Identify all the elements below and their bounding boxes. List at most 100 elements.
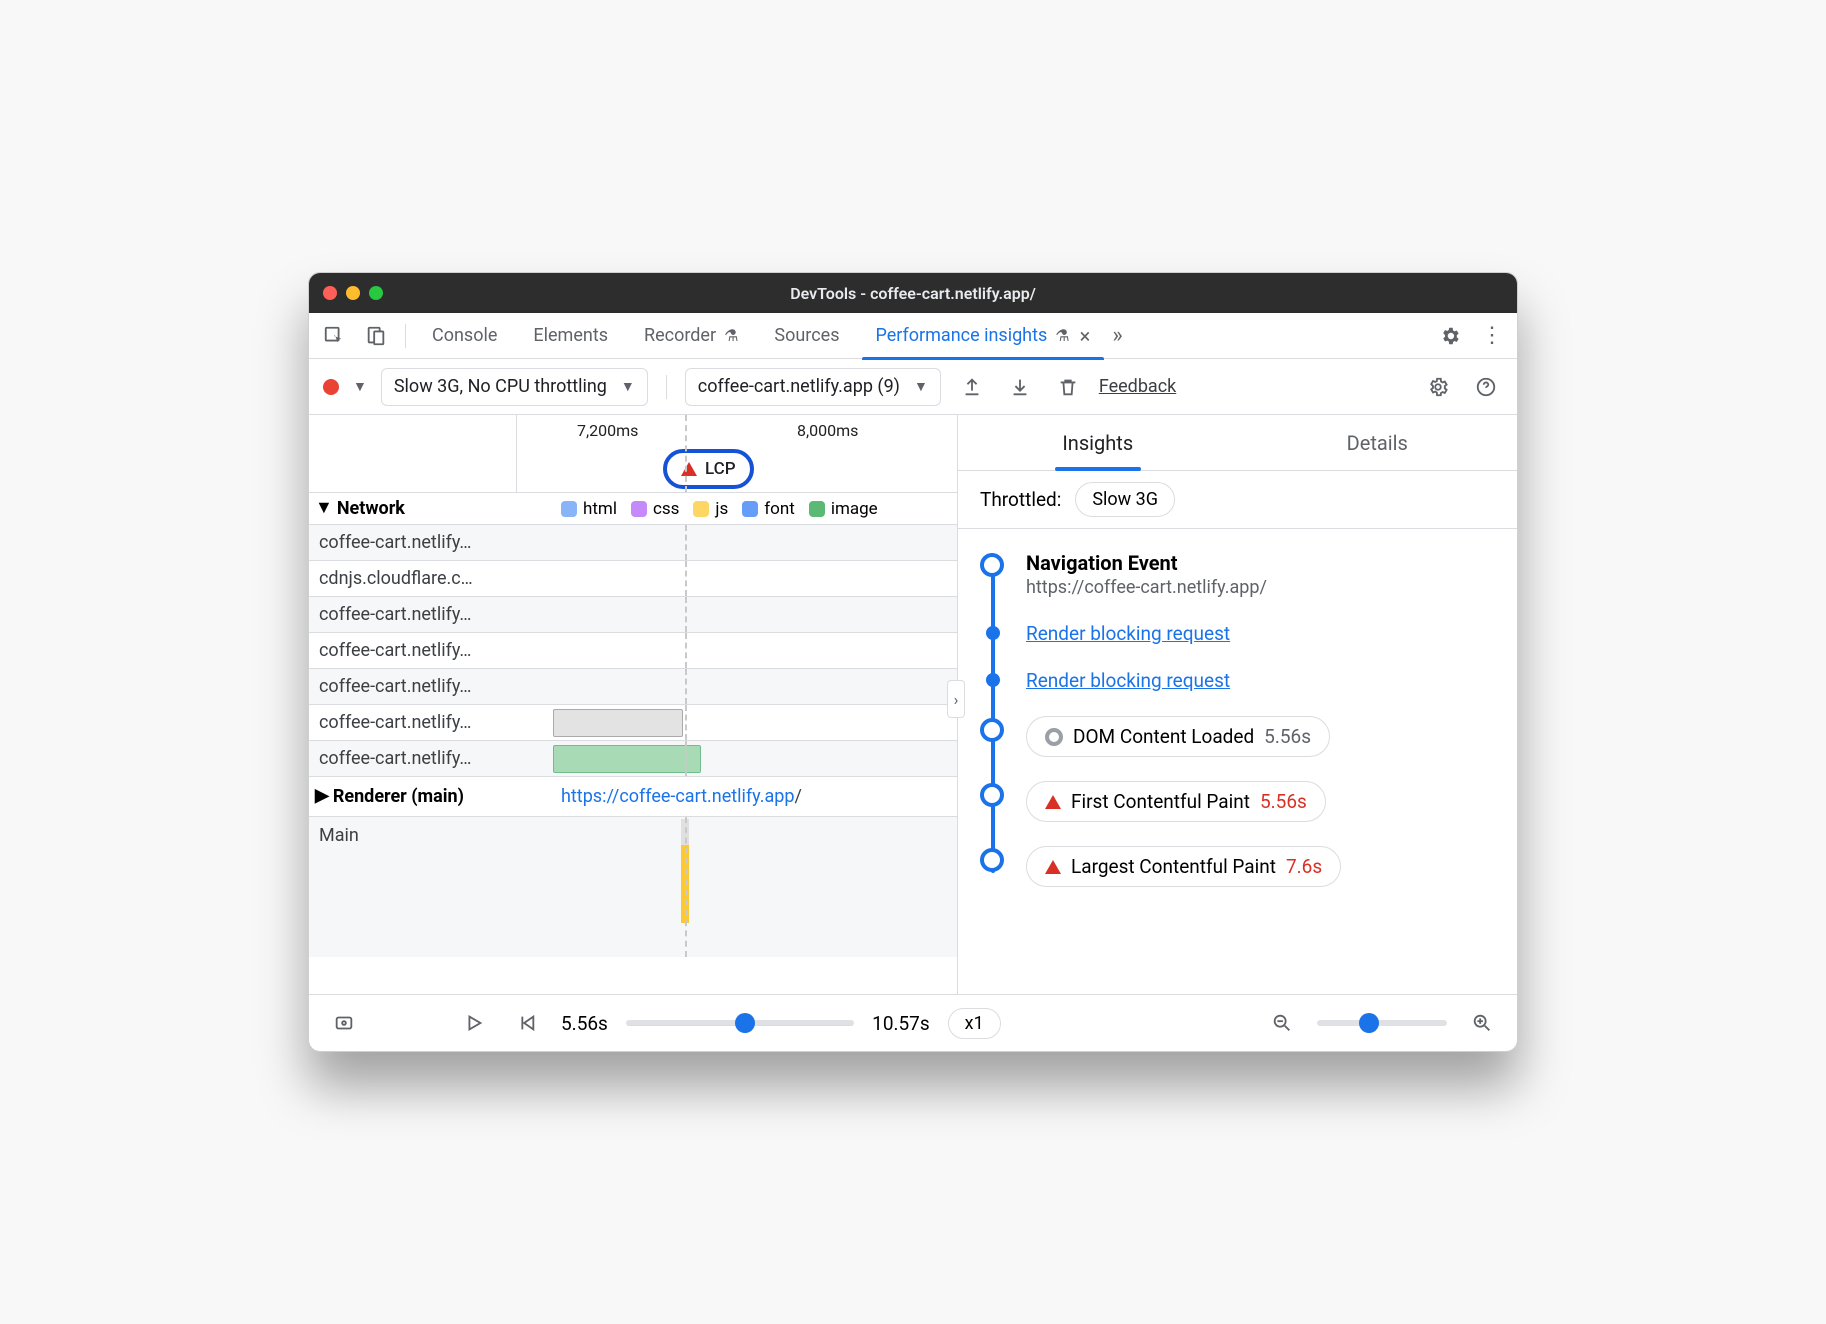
warning-triangle-icon [1045, 860, 1061, 874]
zoom-range[interactable] [1317, 1020, 1447, 1026]
playback-range[interactable] [626, 1020, 854, 1026]
ring-icon [1045, 728, 1063, 746]
insights-pane: Insights Details Throttled: Slow 3G Navi… [957, 415, 1517, 994]
node-bullet-icon [980, 553, 1004, 577]
timeline-node-fcp: First Contentful Paint 5.56s [980, 781, 1495, 822]
insights-timeline: Navigation Event https://coffee-cart.net… [958, 529, 1517, 994]
renderer-section-header[interactable]: ▶Renderer (main) https://coffee-cart.net… [309, 777, 957, 817]
flame-segment [681, 845, 689, 923]
record-menu-chevron-icon[interactable]: ▼ [353, 378, 367, 395]
traffic-lights [323, 286, 383, 300]
tab-strip: Console Elements Recorder⚗ Sources Perfo… [309, 313, 1517, 359]
render-blocking-link[interactable]: Render blocking request [1026, 669, 1230, 692]
node-bullet-icon [980, 783, 1004, 807]
network-row[interactable]: coffee-cart.netlify… [309, 741, 957, 777]
network-row[interactable]: coffee-cart.netlify… [309, 633, 957, 669]
chevron-right-icon: ▶ [315, 785, 329, 806]
chevron-down-icon: ▼ [315, 497, 333, 518]
trace-select[interactable]: coffee-cart.netlify.app (9)▼ [685, 368, 941, 406]
dcl-pill[interactable]: DOM Content Loaded 5.56s [1026, 716, 1330, 757]
tab-insights[interactable]: Insights [958, 415, 1238, 470]
zoom-in-icon[interactable] [1465, 1006, 1499, 1040]
tab-sources[interactable]: Sources [760, 313, 853, 359]
lcp-pill[interactable]: Largest Contentful Paint 7.6s [1026, 846, 1341, 887]
node-bullet-icon [980, 718, 1004, 742]
zoom-window-button[interactable] [369, 286, 383, 300]
legend-html: html [561, 499, 617, 519]
playback-start-time: 5.56s [561, 1012, 608, 1035]
main-content: 7,200ms 8,000ms LCP ▼Network html css js… [309, 415, 1517, 995]
help-icon[interactable] [1469, 370, 1503, 404]
warning-triangle-icon [681, 462, 697, 476]
timeline-node-dcl: DOM Content Loaded 5.56s [980, 716, 1495, 757]
zoom-out-icon[interactable] [1265, 1006, 1299, 1040]
network-row[interactable]: cdnjs.cloudflare.c… [309, 561, 957, 597]
network-rows: coffee-cart.netlify… cdnjs.cloudflare.c…… [309, 525, 957, 777]
main-thread-row[interactable]: Main [309, 817, 957, 957]
time-ruler: 7,200ms 8,000ms LCP [309, 415, 957, 493]
import-icon[interactable] [1003, 370, 1037, 404]
renderer-url-link[interactable]: https://coffee-cart.netlify.app [561, 786, 795, 807]
warning-triangle-icon [1045, 795, 1061, 809]
record-button[interactable] [323, 379, 339, 395]
timeline-pane: 7,200ms 8,000ms LCP ▼Network html css js… [309, 415, 957, 994]
legend-css: css [631, 499, 679, 519]
skip-back-icon[interactable] [509, 1006, 543, 1040]
close-tab-icon[interactable]: × [1080, 324, 1091, 348]
throttling-select[interactable]: Slow 3G, No CPU throttling▼ [381, 368, 648, 406]
node-bullet-icon [980, 848, 1004, 872]
flame-segment [681, 819, 689, 845]
close-window-button[interactable] [323, 286, 337, 300]
timeline-node-render-block: Render blocking request [980, 622, 1495, 645]
throttling-indicator: Throttled: Slow 3G [958, 471, 1517, 529]
network-row[interactable]: coffee-cart.netlify… [309, 669, 957, 705]
kebab-menu-icon[interactable]: ⋮ [1475, 319, 1509, 353]
timeline-node-navigation: Navigation Event https://coffee-cart.net… [980, 551, 1495, 598]
playback-footer: 5.56s 10.57s x1 [309, 995, 1517, 1051]
fcp-pill[interactable]: First Contentful Paint 5.56s [1026, 781, 1326, 822]
network-row[interactable]: coffee-cart.netlify… [309, 597, 957, 633]
inspect-element-icon[interactable] [317, 319, 351, 353]
network-row[interactable]: coffee-cart.netlify… [309, 705, 957, 741]
throttling-pill[interactable]: Slow 3G [1075, 482, 1175, 517]
legend-font: font [742, 499, 795, 519]
export-icon[interactable] [955, 370, 989, 404]
devtools-window: DevTools - coffee-cart.netlify.app/ Cons… [308, 272, 1518, 1052]
insights-toolbar: ▼ Slow 3G, No CPU throttling▼ coffee-car… [309, 359, 1517, 415]
tab-recorder[interactable]: Recorder⚗ [630, 313, 752, 359]
lcp-marker[interactable]: LCP [663, 449, 754, 489]
tab-console[interactable]: Console [418, 313, 511, 359]
tab-performance-insights[interactable]: Performance insights ⚗ × [862, 313, 1105, 359]
network-row[interactable]: coffee-cart.netlify… [309, 525, 957, 561]
tab-elements[interactable]: Elements [519, 313, 622, 359]
settings-icon[interactable] [1433, 319, 1467, 353]
time-ticks: 7,200ms 8,000ms LCP [517, 415, 957, 492]
nav-event-url: https://coffee-cart.netlify.app/ [1026, 577, 1495, 598]
splitter-handle[interactable]: › [947, 680, 965, 718]
window-title: DevTools - coffee-cart.netlify.app/ [790, 284, 1036, 303]
render-blocking-link[interactable]: Render blocking request [1026, 622, 1230, 645]
separator [405, 324, 406, 348]
feedback-link[interactable]: Feedback [1099, 376, 1176, 397]
node-dot-icon [986, 626, 1000, 640]
more-tabs-icon[interactable]: » [1112, 323, 1122, 348]
panel-settings-icon[interactable] [1421, 370, 1455, 404]
beaker-icon: ⚗ [724, 326, 738, 345]
play-icon[interactable] [457, 1006, 491, 1040]
tab-details[interactable]: Details [1238, 415, 1518, 470]
time-tick: 7,200ms [577, 421, 638, 440]
separator [666, 375, 667, 399]
network-section-header[interactable]: ▼Network html css js font image [309, 493, 957, 525]
node-dot-icon [986, 673, 1000, 687]
legend-js: js [693, 499, 728, 519]
nav-event-title: Navigation Event [1026, 551, 1495, 575]
playback-speed[interactable]: x1 [948, 1008, 1001, 1039]
device-toolbar-icon[interactable] [359, 319, 393, 353]
insights-tabs: Insights Details [958, 415, 1517, 471]
timeline-node-render-block: Render blocking request [980, 669, 1495, 692]
delete-icon[interactable] [1051, 370, 1085, 404]
playback-end-time: 10.57s [872, 1012, 930, 1035]
titlebar: DevTools - coffee-cart.netlify.app/ [309, 273, 1517, 313]
screenshot-toggle-icon[interactable] [327, 1006, 361, 1040]
minimize-window-button[interactable] [346, 286, 360, 300]
